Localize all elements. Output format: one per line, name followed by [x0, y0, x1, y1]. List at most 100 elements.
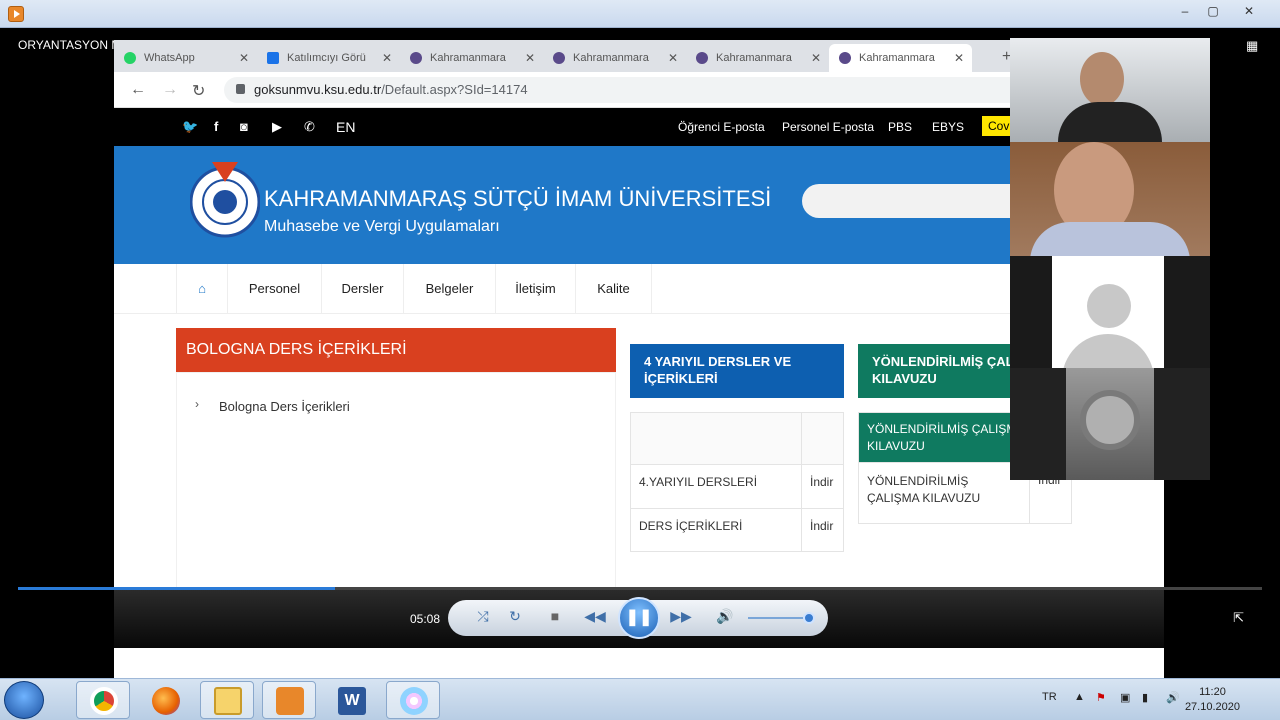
back-icon[interactable]: ← — [130, 81, 146, 99]
tab-ksu-2[interactable]: Kahramanmara ✕ — [543, 44, 686, 72]
phone-icon[interactable]: ✆ — [304, 119, 315, 135]
tab-close-icon[interactable]: ✕ — [954, 51, 964, 65]
firefox-taskbar-item[interactable] — [138, 681, 192, 719]
menu-item-iletisim[interactable]: İletişim — [496, 264, 576, 314]
tab-ksu-3[interactable]: Kahramanmara ✕ — [686, 44, 829, 72]
participant-video-3[interactable] — [1010, 256, 1210, 368]
participant-body — [1058, 102, 1162, 142]
tab-close-icon[interactable]: ✕ — [239, 51, 249, 65]
youtube-icon[interactable]: ▶ — [272, 119, 282, 135]
player-controls: 05:08 ⤮ ↻ ■ ◀◀ ❚❚ ▶▶ 🔊 ⇱ — [114, 590, 1244, 648]
minimize-button[interactable]: – — [1172, 2, 1198, 20]
tab-ksu-1[interactable]: Kahramanmara ✕ — [400, 44, 543, 72]
maximize-button[interactable]: ▢ — [1200, 2, 1226, 20]
taskbar: W TR ▲ ⚑ ▣ ▮ 🔊 11:20 27.10.2020 — [0, 678, 1280, 720]
download-link[interactable]: İndir — [802, 509, 841, 551]
clock-time: 11:20 — [1199, 686, 1226, 698]
action-center-icon[interactable]: ⚑ — [1096, 691, 1106, 704]
tab-participant[interactable]: Katılımcıyı Görü ✕ — [257, 44, 400, 72]
pause-button[interactable]: ❚❚ — [618, 597, 660, 639]
twitter-icon[interactable]: 🐦 — [182, 119, 198, 135]
participant-video-1[interactable] — [1010, 38, 1210, 142]
firefox-icon — [152, 687, 180, 715]
course-name: DERS İÇERİKLERİ — [631, 509, 802, 551]
layout-grid-icon[interactable]: ▦ — [1246, 38, 1262, 53]
word-taskbar-item[interactable]: W — [324, 681, 378, 719]
participant-video-4[interactable] — [1010, 368, 1210, 480]
video-player[interactable]: ORYANTASYON MUHASEBE ▦ WhatsApp ✕ Katılı… — [0, 28, 1280, 680]
fast-forward-icon[interactable]: ▶▶ — [670, 608, 692, 625]
browser-window: WhatsApp ✕ Katılımcıyı Görü ✕ Kahramanma… — [114, 40, 1164, 680]
chrome-icon — [90, 687, 118, 715]
ebys-link[interactable]: EBYS — [932, 120, 964, 134]
network-icon[interactable]: ▮ — [1142, 691, 1148, 704]
tab-close-icon[interactable]: ✕ — [811, 51, 821, 65]
media-player-taskbar-item[interactable] — [262, 681, 316, 719]
volume-knob[interactable] — [802, 612, 815, 624]
reload-icon[interactable]: ↻ — [192, 81, 205, 101]
bologna-link[interactable]: Bologna Ders İçerikleri — [219, 399, 350, 414]
home-menu-item[interactable]: ⌂ — [176, 264, 228, 314]
chrome-taskbar-item[interactable] — [76, 681, 130, 719]
tab-close-icon[interactable]: ✕ — [382, 51, 392, 65]
folder-icon — [214, 687, 242, 715]
site-topbar: 🐦 f ◙ ▶ ✆ EN Öğrenci E-posta Personel E-… — [114, 108, 1164, 146]
ksu-favicon-icon — [696, 52, 708, 64]
whatsapp-icon — [124, 52, 136, 64]
clock-date: 27.10.2020 — [1184, 701, 1240, 713]
staff-email-link[interactable]: Personel E-posta — [782, 120, 874, 134]
tab-close-icon[interactable]: ✕ — [525, 51, 535, 65]
tab-label: Kahramanmara — [716, 52, 792, 64]
university-name: KAHRAMANMARAŞ SÜTÇÜ İMAM ÜNİVERSİTESİ — [264, 186, 772, 211]
participant-video-2[interactable] — [1010, 142, 1210, 256]
lock-icon — [236, 84, 245, 94]
tab-strip: WhatsApp ✕ Katılımcıyı Görü ✕ Kahramanma… — [114, 40, 1164, 72]
url-input[interactable]: goksunmvu.ksu.edu.tr/Default.aspx?SId=14… — [224, 77, 1124, 103]
start-button[interactable] — [4, 681, 44, 719]
address-bar-row: ← → ↻ goksunmvu.ksu.edu.tr/Default.aspx?… — [114, 72, 1164, 108]
facebook-icon[interactable]: f — [214, 119, 218, 134]
switch-to-library-icon[interactable]: ⇱ — [1233, 610, 1244, 626]
device-icon[interactable]: ▣ — [1120, 691, 1130, 704]
explorer-taskbar-item[interactable] — [200, 681, 254, 719]
student-email-link[interactable]: Öğrenci E-posta — [678, 120, 765, 134]
ksu-favicon-icon — [553, 52, 565, 64]
keyboard-language[interactable]: TR — [1042, 691, 1057, 703]
show-hidden-icons-icon[interactable]: ▲ — [1074, 691, 1085, 703]
site-menu: ⌂ Personel Dersler Belgeler İletişim Kal… — [114, 264, 1164, 314]
menu-item-belgeler[interactable]: Belgeler — [404, 264, 496, 314]
tab-ksu-active[interactable]: Kahramanmara ✕ — [829, 44, 972, 72]
pbs-link[interactable]: PBS — [888, 120, 912, 134]
rewind-icon[interactable]: ◀◀ — [584, 608, 606, 625]
tab-whatsapp[interactable]: WhatsApp ✕ — [114, 44, 257, 72]
close-button[interactable]: ✕ — [1236, 2, 1262, 20]
repeat-icon[interactable]: ↻ — [504, 608, 526, 625]
language-en-link[interactable]: EN — [336, 119, 355, 135]
paint-icon — [400, 687, 428, 715]
shuffle-icon[interactable]: ⤮ — [472, 608, 494, 625]
url-path: /Default.aspx?SId=14174 — [381, 82, 528, 97]
table-row: 4.YARIYIL DERSLERİ İndir — [631, 465, 843, 509]
menu-item-dersler[interactable]: Dersler — [322, 264, 404, 314]
home-icon: ⌂ — [198, 281, 206, 296]
speaker-icon[interactable]: 🔊 — [1166, 691, 1180, 704]
volume-icon[interactable]: 🔊 — [714, 608, 736, 625]
paint-taskbar-item[interactable] — [386, 681, 440, 719]
download-link[interactable]: İndir — [802, 465, 841, 508]
tab-close-icon[interactable]: ✕ — [668, 51, 678, 65]
instagram-icon[interactable]: ◙ — [240, 119, 248, 134]
system-clock[interactable]: 11:20 27.10.2020 — [1185, 685, 1240, 715]
participant-body — [1030, 222, 1190, 256]
table-row: DERS İÇERİKLERİ İndir — [631, 509, 843, 551]
site-header: KAHRAMANMARAŞ SÜTÇÜ İMAM ÜNİVERSİTESİ Mu… — [114, 146, 1164, 264]
menu-item-kalite[interactable]: Kalite — [576, 264, 652, 314]
courses-table: 4.YARIYIL DERSLERİ İndir DERS İÇERİKLERİ… — [630, 412, 844, 552]
table-header-cell — [631, 413, 802, 464]
avatar — [1052, 256, 1164, 368]
menu-item-personel[interactable]: Personel — [228, 264, 322, 314]
bologna-heading: BOLOGNA DERS İÇERİKLERİ — [176, 328, 616, 372]
forward-icon[interactable]: → — [162, 81, 178, 99]
window-titlebar: – ▢ ✕ — [0, 0, 1280, 28]
page-content: BOLOGNA DERS İÇERİKLERİ › Bologna Ders İ… — [114, 314, 1164, 634]
stop-icon[interactable]: ■ — [544, 608, 566, 624]
